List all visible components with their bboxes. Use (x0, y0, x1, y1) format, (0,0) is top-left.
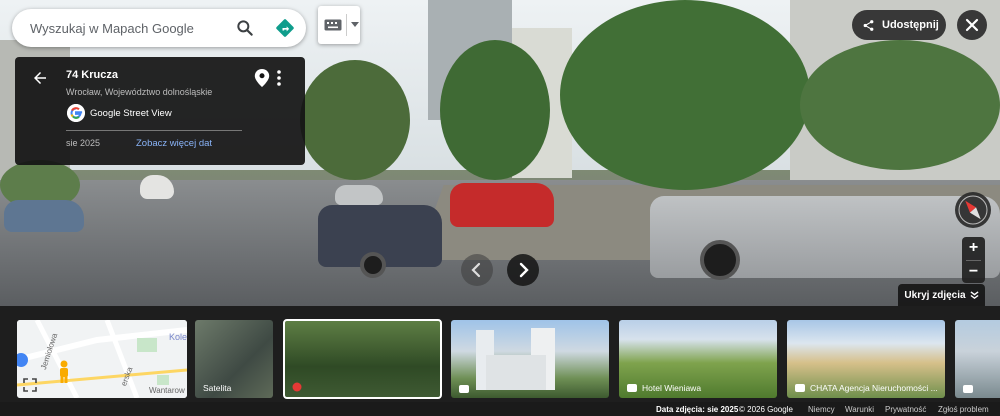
country-link[interactable]: Niemcy (808, 405, 835, 414)
compass-button[interactable] (955, 192, 991, 228)
zoom-controls: + − (962, 237, 985, 283)
camera-icon (459, 385, 469, 393)
footer: Data zdjęcia: sie 2025 © 2026 Google Nie… (0, 402, 1000, 416)
share-icon (863, 19, 874, 31)
share-label: Udostępnij (882, 19, 939, 31)
tree (300, 60, 410, 180)
photo-caption (459, 385, 474, 393)
chevron-left-icon (471, 262, 481, 278)
source-label: Google Street View (90, 108, 172, 119)
divider (66, 130, 242, 131)
compass-icon (958, 195, 988, 225)
street-view-icon (292, 382, 302, 392)
car-red (450, 183, 554, 227)
tree (560, 0, 810, 190)
satellite-label: Satelita (203, 383, 232, 393)
previous-arrow-button[interactable] (461, 254, 493, 286)
car-wheel (360, 252, 386, 278)
copyright: © 2026 Google (739, 405, 793, 414)
photo-caption: Hotel Wieniawa (627, 383, 701, 393)
photo-thumbnail-partial[interactable] (955, 320, 1000, 398)
photo-strip: Jemiołowa Kole erska Wantarow Satelita H… (0, 306, 1000, 402)
search-input[interactable] (30, 20, 230, 36)
photo-caption-text: CHATA Agencja Nieruchomości ... (810, 383, 938, 393)
photo-date: Data zdjęcia: sie 2025 (656, 405, 739, 414)
street-view-page: 74 Krucza Wrocław, Województwo dolnośląs… (0, 0, 1000, 416)
hide-photos-label: Ukryj zdjęcia (904, 289, 966, 301)
minimap-thumbnail[interactable]: Jemiołowa Kole erska Wantarow (17, 320, 187, 398)
search-icon[interactable] (235, 18, 255, 38)
report-problem-link[interactable]: Zgłoś problem (938, 405, 989, 414)
photo-thumbnail-church[interactable] (451, 320, 609, 398)
camera-icon (627, 384, 637, 392)
see-more-dates-link[interactable]: Zobacz więcej dat (136, 138, 212, 149)
capture-date: sie 2025 (66, 138, 101, 148)
location-subtitle: Wrocław, Województwo dolnośląskie (66, 87, 213, 97)
chevron-right-icon (519, 262, 529, 278)
zoom-out-button[interactable]: − (962, 261, 985, 284)
car-silver-small (335, 185, 383, 205)
map-pin-icon[interactable] (254, 69, 270, 87)
street-label: Kole (169, 332, 187, 342)
fullscreen-icon[interactable] (23, 378, 37, 392)
satellite-thumbnail[interactable]: Satelita (195, 320, 273, 398)
photo-thumbnail-hotel[interactable]: Hotel Wieniawa (619, 320, 777, 398)
camera-icon (963, 385, 973, 393)
more-options-icon[interactable] (274, 69, 284, 87)
photo-thumbnail-selected[interactable] (283, 319, 442, 399)
directions-icon[interactable] (275, 18, 295, 38)
privacy-link[interactable]: Prywatność (885, 405, 926, 414)
share-button[interactable]: Udostępnij (852, 10, 946, 40)
location-title: 74 Krucza (66, 69, 118, 81)
chevron-down-icon (351, 22, 359, 27)
car-van (140, 175, 174, 199)
hide-photos-button[interactable]: Ukryj zdjęcia (898, 284, 985, 306)
church-body (486, 355, 546, 390)
keyboard-icon (324, 19, 342, 31)
google-logo-icon (67, 104, 85, 122)
search-bar (12, 9, 306, 47)
close-icon (965, 18, 979, 32)
back-arrow-icon[interactable] (31, 69, 49, 87)
tree (800, 40, 1000, 170)
car-wheel (700, 240, 740, 280)
photo-caption: CHATA Agencja Nieruchomości ... (795, 383, 938, 393)
keyboard-shortcuts-button[interactable] (318, 6, 360, 44)
camera-icon (795, 384, 805, 392)
photo-caption-text: Hotel Wieniawa (642, 383, 702, 393)
photo-thumbnail-agency[interactable]: CHATA Agencja Nieruchomości ... (787, 320, 945, 398)
street-label: Wantarow (149, 386, 185, 395)
zoom-in-button[interactable]: + (962, 237, 985, 260)
photo-caption (963, 385, 978, 393)
divider (346, 14, 347, 36)
next-arrow-button[interactable] (507, 254, 539, 286)
pegman-icon (60, 360, 68, 383)
double-chevron-down-icon (970, 290, 979, 299)
car-blue-parked (4, 200, 84, 232)
location-info-card: 74 Krucza Wrocław, Województwo dolnośląs… (15, 57, 305, 165)
terms-link[interactable]: Warunki (845, 405, 874, 414)
tree (440, 40, 550, 180)
close-button[interactable] (957, 10, 987, 40)
